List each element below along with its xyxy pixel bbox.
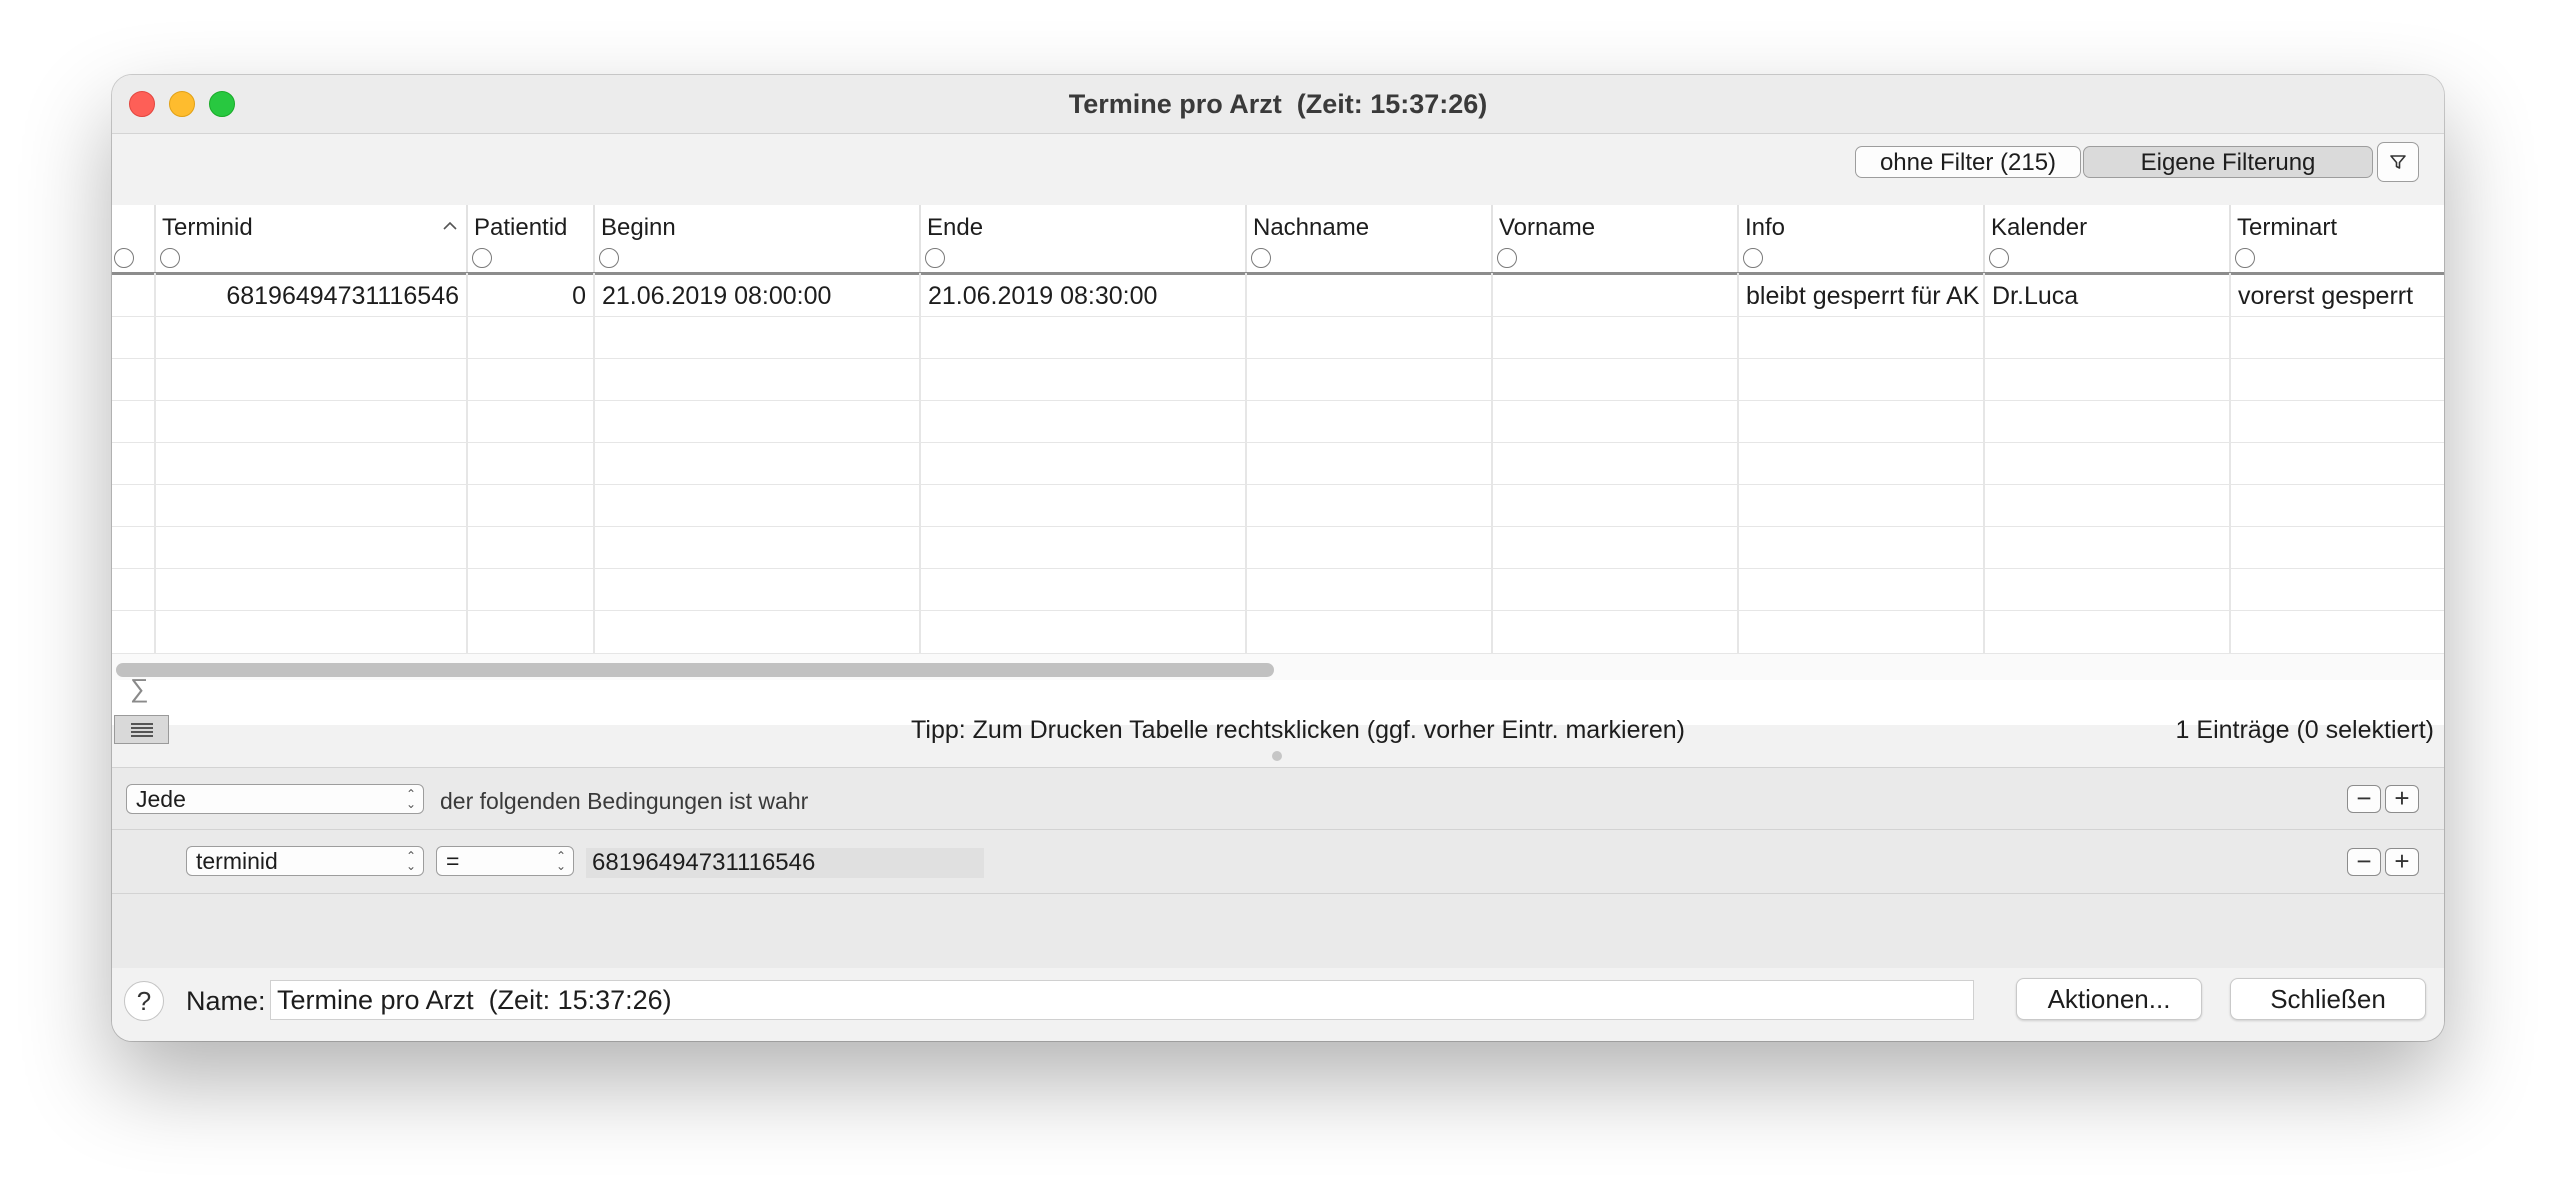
cell-beginn: 21.06.2019 08:00:00 [602,282,832,310]
column-header-nachname[interactable]: Nachname [1247,205,1493,273]
empty-row [112,443,2444,485]
column-header-ende[interactable]: Ende [921,205,1247,273]
empty-row [112,611,2444,653]
table-row[interactable]: 68196494731116546 0 21.06.2019 08:00:00 … [112,275,2444,317]
column-filter-radio[interactable] [1497,248,1517,268]
column-header-terminid[interactable]: Terminid [156,205,468,273]
column-filter-radio[interactable] [1251,248,1271,268]
cell-info: bleibt gesperrt für AK [1746,282,1980,310]
column-header-beginn[interactable]: Beginn [595,205,921,273]
filter-window: Termine pro Arzt (Zeit: 15:37:26) ohne F… [112,75,2444,1041]
match-condition-row: Jede ⌃ ⌄ der folgenden Bedingungen ist wa… [112,767,2444,829]
rule-field-select[interactable]: terminid ⌃ ⌄ [186,846,424,876]
empty-row [112,527,2444,569]
column-filter-radio[interactable] [1989,248,2009,268]
name-label: Name: [186,986,266,1016]
cell-kalender: Dr.Luca [1992,282,2079,310]
select-all-radio[interactable] [114,248,134,268]
empty-row [112,359,2444,401]
window-title: Termine pro Arzt (Zeit: 15:37:26) [1068,89,1488,119]
horizontal-scrollbar[interactable] [112,653,2444,680]
funnel-icon [2390,155,2406,169]
remove-condition-button[interactable]: − [2347,785,2381,813]
updown-arrows-icon: ⌃ ⌄ [405,787,417,811]
help-button[interactable]: ? [124,981,164,1021]
print-tip: Tipp: Zum Drucken Tabelle rechtsklicken … [911,716,1685,744]
footer-bar: ? Name: Termine pro Arzt (Zeit: 15:37:26… [112,968,2444,1041]
select-column-header [112,205,156,273]
add-condition-button[interactable]: + [2385,785,2419,813]
column-header-vorname[interactable]: Vorname [1493,205,1739,273]
column-header-terminart[interactable]: Terminart [2231,205,2444,273]
updown-arrows-icon: ⌃ ⌄ [555,849,567,873]
cell-terminid: 68196494731116546 [226,282,459,310]
rule-operator-select[interactable]: = ⌃ ⌄ [436,846,574,876]
name-input[interactable]: Termine pro Arzt (Zeit: 15:37:26) [270,980,1974,1020]
remove-rule-button[interactable]: − [2347,848,2381,876]
empty-row [112,485,2444,527]
results-table[interactable]: Terminid Patientid Beginn Ende Nachname … [112,205,2444,725]
add-rule-button[interactable]: + [2385,848,2419,876]
cell-nachname [1247,275,1491,317]
entry-count: 1 Einträge (0 selektiert) [2175,716,2434,744]
column-header-kalender[interactable]: Kalender [1985,205,2231,273]
close-button[interactable]: Schließen [2230,978,2426,1020]
column-filter-radio[interactable] [1743,248,1763,268]
column-filter-radio[interactable] [160,248,180,268]
column-filter-radio[interactable] [599,248,619,268]
rule-row: terminid ⌃ ⌄ = ⌃ ⌄ 68196494731116546 − + [112,829,2444,893]
empty-row [112,317,2444,359]
cell-patientid: 0 [572,282,586,310]
match-description: der folgenden Bedingungen ist wahr [440,788,809,814]
column-filter-radio[interactable] [925,248,945,268]
split-view-handle[interactable] [1272,751,1282,761]
column-filter-radio[interactable] [472,248,492,268]
column-filter-radio[interactable] [2235,248,2255,268]
empty-row [112,569,2444,611]
updown-arrows-icon: ⌃ ⌄ [405,849,417,873]
actions-button[interactable]: Aktionen... [2016,978,2202,1020]
conditions-empty-area [112,893,2444,968]
column-header-patientid[interactable]: Patientid [468,205,595,273]
scrollbar-thumb[interactable] [116,663,1274,677]
cell-vorname [1493,275,1737,317]
no-filter-button[interactable]: ohne Filter (215) [1855,146,2081,178]
sum-icon: ∑ [130,673,149,703]
cell-ende: 21.06.2019 08:30:00 [928,282,1158,310]
sort-ascending-icon [443,221,457,230]
custom-filter-button[interactable]: Eigene Filterung [2083,146,2373,178]
match-mode-select[interactable]: Jede ⌃ ⌄ [126,784,424,814]
cell-terminart: vorerst gesperrt [2238,282,2414,310]
filter-options-button[interactable] [2377,142,2419,182]
rule-value-input[interactable]: 68196494731116546 [586,848,984,878]
empty-row [112,401,2444,443]
column-header-info[interactable]: Info [1739,205,1985,273]
title-bar: Termine pro Arzt (Zeit: 15:37:26) [112,75,2444,134]
